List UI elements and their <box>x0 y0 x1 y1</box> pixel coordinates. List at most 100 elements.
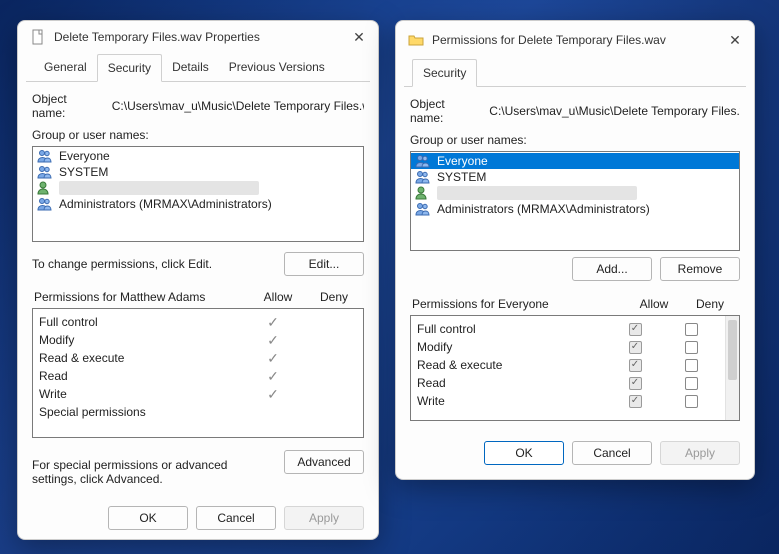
apply-button[interactable]: Apply <box>284 506 364 530</box>
titlebar: Permissions for Delete Temporary Files.w… <box>396 21 754 58</box>
permission-name: Full control <box>417 322 607 336</box>
tab-previous-versions[interactable]: Previous Versions <box>219 54 335 82</box>
list-item[interactable]: Administrators (MRMAX\Administrators) <box>411 201 739 217</box>
permission-name: Read <box>39 369 245 383</box>
tab-security[interactable]: Security <box>97 54 162 82</box>
permissions-dialog: Permissions for Delete Temporary Files.w… <box>395 20 755 480</box>
window-title: Delete Temporary Files.wav Properties <box>54 30 352 44</box>
deny-checkbox[interactable] <box>685 395 698 408</box>
list-item[interactable]: Everyone <box>411 153 739 169</box>
user-icon <box>415 186 431 200</box>
deny-checkbox[interactable] <box>685 323 698 336</box>
permission-row: Modify ✓ <box>39 331 357 349</box>
list-item-label <box>59 181 259 195</box>
remove-button[interactable]: Remove <box>660 257 740 281</box>
ok-button[interactable]: OK <box>484 441 564 465</box>
list-item-label: Administrators (MRMAX\Administrators) <box>59 197 272 211</box>
tab-details[interactable]: Details <box>162 54 219 82</box>
group-icon <box>37 149 53 163</box>
check-icon: ✓ <box>267 386 279 403</box>
advanced-button[interactable]: Advanced <box>284 450 364 474</box>
list-item[interactable] <box>411 185 739 201</box>
deny-checkbox[interactable] <box>685 359 698 372</box>
user-icon <box>37 181 53 195</box>
permission-row: Modify <box>417 338 719 356</box>
group-icon <box>37 165 53 179</box>
tab-general[interactable]: General <box>34 54 97 82</box>
list-item-label: Everyone <box>437 154 488 168</box>
file-icon <box>30 29 46 45</box>
user-list[interactable]: EveryoneSYSTEM Administrators (MRMAX\Admi… <box>32 146 364 242</box>
titlebar: Delete Temporary Files.wav Properties ✕ <box>18 21 378 53</box>
close-icon[interactable]: ✕ <box>352 30 366 44</box>
permissions-for-label: Permissions for Matthew Adams <box>34 290 250 304</box>
scrollbar[interactable] <box>725 316 739 420</box>
permission-row: Full control <box>417 320 719 338</box>
permission-name: Read & execute <box>417 358 607 372</box>
list-item[interactable]: SYSTEM <box>411 169 739 185</box>
tab-security[interactable]: Security <box>412 59 477 87</box>
allow-cell: ✓ <box>245 350 301 367</box>
list-item[interactable] <box>33 180 363 196</box>
permission-name: Special permissions <box>39 405 245 419</box>
user-list[interactable]: EveryoneSYSTEM Administrators (MRMAX\Admi… <box>410 151 740 251</box>
allow-checkbox[interactable] <box>629 395 642 408</box>
permission-name: Full control <box>39 315 245 329</box>
list-item[interactable]: SYSTEM <box>33 164 363 180</box>
properties-dialog: Delete Temporary Files.wav Properties ✕ … <box>17 20 379 540</box>
permission-name: Read & execute <box>39 351 245 365</box>
edit-button[interactable]: Edit... <box>284 252 364 276</box>
list-item[interactable]: Administrators (MRMAX\Administrators) <box>33 196 363 212</box>
check-icon: ✓ <box>267 332 279 349</box>
permission-row: Read ✓ <box>39 367 357 385</box>
list-item-label: SYSTEM <box>59 165 108 179</box>
object-name-value: C:\Users\mav_u\Music\Delete Temporary Fi… <box>112 99 364 113</box>
permissions-for-label: Permissions for Everyone <box>412 297 626 311</box>
cancel-button[interactable]: Cancel <box>196 506 276 530</box>
object-name-value: C:\Users\mav_u\Music\Delete Temporary Fi… <box>489 104 740 118</box>
permission-row: Read & execute ✓ <box>39 349 357 367</box>
permission-name: Read <box>417 376 607 390</box>
check-icon: ✓ <box>267 368 279 385</box>
dialog-footer: OK Cancel Apply <box>396 431 754 479</box>
deny-checkbox[interactable] <box>685 377 698 390</box>
deny-header: Deny <box>306 290 362 304</box>
dialog-footer: OK Cancel Apply <box>18 496 378 544</box>
allow-checkbox[interactable] <box>629 377 642 390</box>
permission-name: Modify <box>417 340 607 354</box>
object-name-label: Object name: <box>32 92 100 120</box>
permission-name: Write <box>39 387 245 401</box>
group-icon <box>37 197 53 211</box>
allow-header: Allow <box>250 290 306 304</box>
permissions-header: Permissions for Matthew Adams Allow Deny <box>32 284 364 308</box>
close-icon[interactable]: ✕ <box>728 33 742 47</box>
apply-button[interactable]: Apply <box>660 441 740 465</box>
permission-name: Modify <box>39 333 245 347</box>
list-item-label <box>437 186 637 200</box>
add-button[interactable]: Add... <box>572 257 652 281</box>
deny-header: Deny <box>682 297 738 311</box>
window-title: Permissions for Delete Temporary Files.w… <box>432 33 728 47</box>
deny-checkbox[interactable] <box>685 341 698 354</box>
tabstrip: Security <box>404 58 746 87</box>
list-item-label: Administrators (MRMAX\Administrators) <box>437 202 650 216</box>
ok-button[interactable]: OK <box>108 506 188 530</box>
permission-row: Write <box>417 392 719 410</box>
change-permissions-text: To change permissions, click Edit. <box>32 257 212 271</box>
object-name-label: Object name: <box>410 97 477 125</box>
permission-row: Full control✓ <box>39 313 357 331</box>
allow-checkbox[interactable] <box>629 323 642 336</box>
group-user-names-label: Group or user names: <box>410 133 740 147</box>
permissions-list: Full control Modify Read & execute Read Writ… <box>410 315 740 421</box>
cancel-button[interactable]: Cancel <box>572 441 652 465</box>
allow-checkbox[interactable] <box>629 341 642 354</box>
allow-cell: ✓ <box>245 368 301 385</box>
list-item[interactable]: Everyone <box>33 148 363 164</box>
group-icon <box>415 154 431 168</box>
tabstrip: General Security Details Previous Versio… <box>26 53 370 82</box>
allow-checkbox[interactable] <box>629 359 642 372</box>
check-icon: ✓ <box>267 350 279 367</box>
group-icon <box>415 170 431 184</box>
permission-row: Write ✓ <box>39 385 357 403</box>
permission-name: Write <box>417 394 607 408</box>
